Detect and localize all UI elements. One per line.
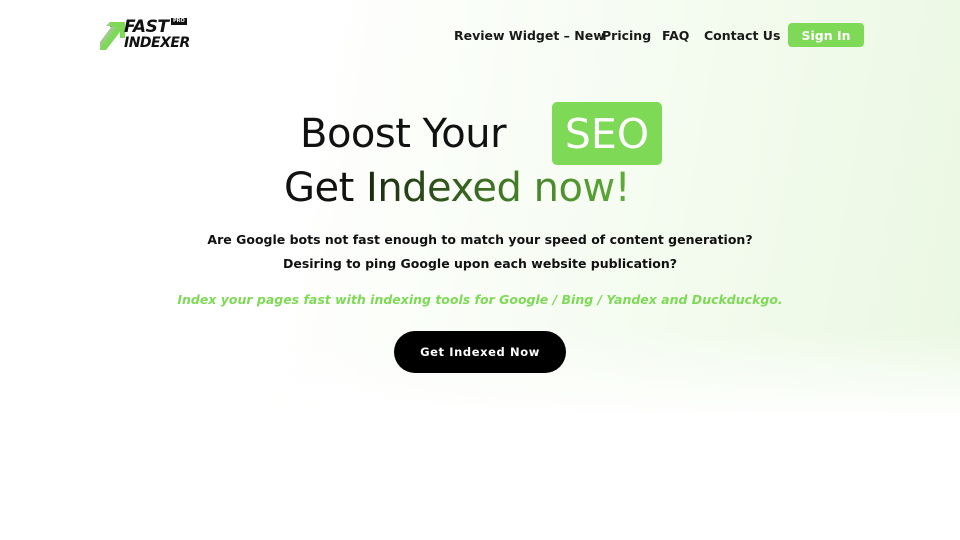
- hero-subtitle-line1: Are Google bots not fast enough to match…: [207, 232, 753, 247]
- hero-subtitle-line2: Desiring to ping Google upon each websit…: [282, 256, 678, 271]
- get-indexed-now-button[interactable]: Get Indexed Now: [394, 331, 566, 373]
- logo-text-fast: FAST: [124, 17, 169, 37]
- arrow-up-right-icon: [100, 22, 125, 50]
- site-logo[interactable]: FAST PRO INDEXER: [98, 16, 190, 54]
- seo-highlight-badge: SEO: [552, 102, 662, 165]
- hero-heading-line1: Boost Your: [300, 111, 507, 157]
- page: FAST PRO INDEXER Review Widget – New Pri…: [0, 0, 960, 540]
- logo-text-indexer: INDEXER: [124, 35, 190, 51]
- hero-heading-line2: Get Indexed now!: [284, 162, 631, 214]
- hero-tagline: Index your pages fast with indexing tool…: [177, 292, 783, 307]
- logo-pro-badge: PRO: [171, 18, 187, 25]
- nav-link-faq[interactable]: FAQ: [662, 25, 689, 45]
- nav-link-contact-us[interactable]: Contact Us: [704, 25, 780, 45]
- hero-heading-get: Get: [284, 165, 367, 211]
- sign-in-button[interactable]: Sign In: [788, 23, 864, 47]
- hero-heading-indexed-now: Indexed now!: [366, 165, 631, 211]
- nav-link-review-widget[interactable]: Review Widget – New: [454, 25, 605, 45]
- nav-link-pricing[interactable]: Pricing: [602, 25, 651, 45]
